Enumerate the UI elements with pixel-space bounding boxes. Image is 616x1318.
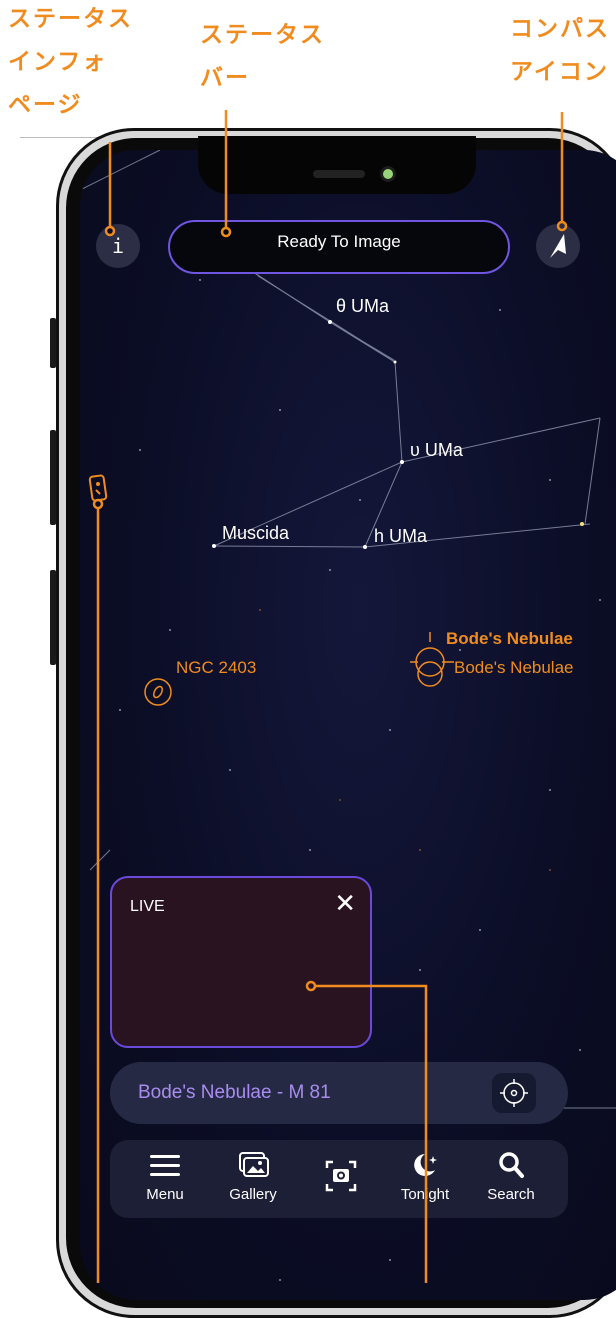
annotation-status-bar: ステータス バー: [200, 22, 325, 91]
tab-menu[interactable]: Menu: [130, 1150, 200, 1203]
sky-chart: [80, 150, 616, 1281]
menu-icon: [150, 1155, 180, 1176]
tab-capture[interactable]: [306, 1156, 376, 1202]
target-name: Bode's Nebulae - M 81: [138, 1082, 331, 1103]
bottom-tab-bar: Menu Gallery Tonight Search: [110, 1140, 568, 1218]
search-icon: [499, 1152, 524, 1178]
sky-view[interactable]: θ UMa υ UMa Muscida h UMa NGC 2403 Bode'…: [80, 150, 616, 1300]
tab-tonight-label: Tonight: [400, 1186, 450, 1203]
object-label-bodes-nebulae[interactable]: Bode's Nebulae: [454, 658, 574, 678]
tab-menu-label: Menu: [146, 1186, 184, 1203]
annotation-compass-icon: コンパス アイコン: [510, 16, 610, 85]
phone-button: [50, 430, 56, 525]
star-label-upsilon-uma: υ UMa: [410, 440, 463, 460]
phone-notch: [198, 136, 476, 194]
locate-target-button[interactable]: [492, 1073, 536, 1113]
crosshair-icon: [500, 1079, 528, 1107]
target-bar[interactable]: Bode's Nebulae - M 81: [110, 1062, 568, 1124]
star-label-muscida: Muscida: [222, 523, 290, 543]
phone-button: [50, 318, 56, 368]
object-label-ngc-2403[interactable]: NGC 2403: [176, 658, 256, 678]
status-bar[interactable]: Ready To Image: [168, 220, 510, 274]
tab-gallery[interactable]: Gallery: [218, 1150, 288, 1203]
star-label-theta-uma: θ UMa: [336, 296, 390, 316]
phone-camera: [380, 166, 396, 182]
moon-stars-icon: [414, 1154, 437, 1176]
gallery-icon: [239, 1152, 269, 1177]
live-preview-panel[interactable]: LIVE ✕: [110, 876, 372, 1048]
tab-search-label: Search: [487, 1186, 535, 1203]
phone-speaker: [313, 170, 365, 178]
annotation-underline: [20, 137, 104, 138]
tab-search[interactable]: Search: [476, 1150, 546, 1203]
status-info-button[interactable]: i: [96, 224, 140, 268]
annotation-status-info-page: ステータス インフォ ページ: [8, 6, 133, 118]
camera-capture-icon: [325, 1160, 357, 1192]
close-icon[interactable]: ✕: [334, 890, 356, 916]
status-bar-text: Ready To Image: [277, 232, 401, 251]
live-label: LIVE: [130, 898, 165, 915]
object-label-bodes-nebulae-bold[interactable]: Bode's Nebulae: [446, 629, 573, 649]
star-label-h-uma: h UMa: [374, 526, 428, 546]
compass-icon: [550, 234, 566, 258]
compass-button[interactable]: [536, 224, 580, 268]
tab-gallery-label: Gallery: [229, 1186, 277, 1203]
ngc-2403-marker: [144, 678, 172, 706]
device-status-icon[interactable]: [88, 474, 110, 502]
tab-tonight[interactable]: Tonight: [390, 1150, 460, 1203]
phone-button: [50, 570, 56, 665]
